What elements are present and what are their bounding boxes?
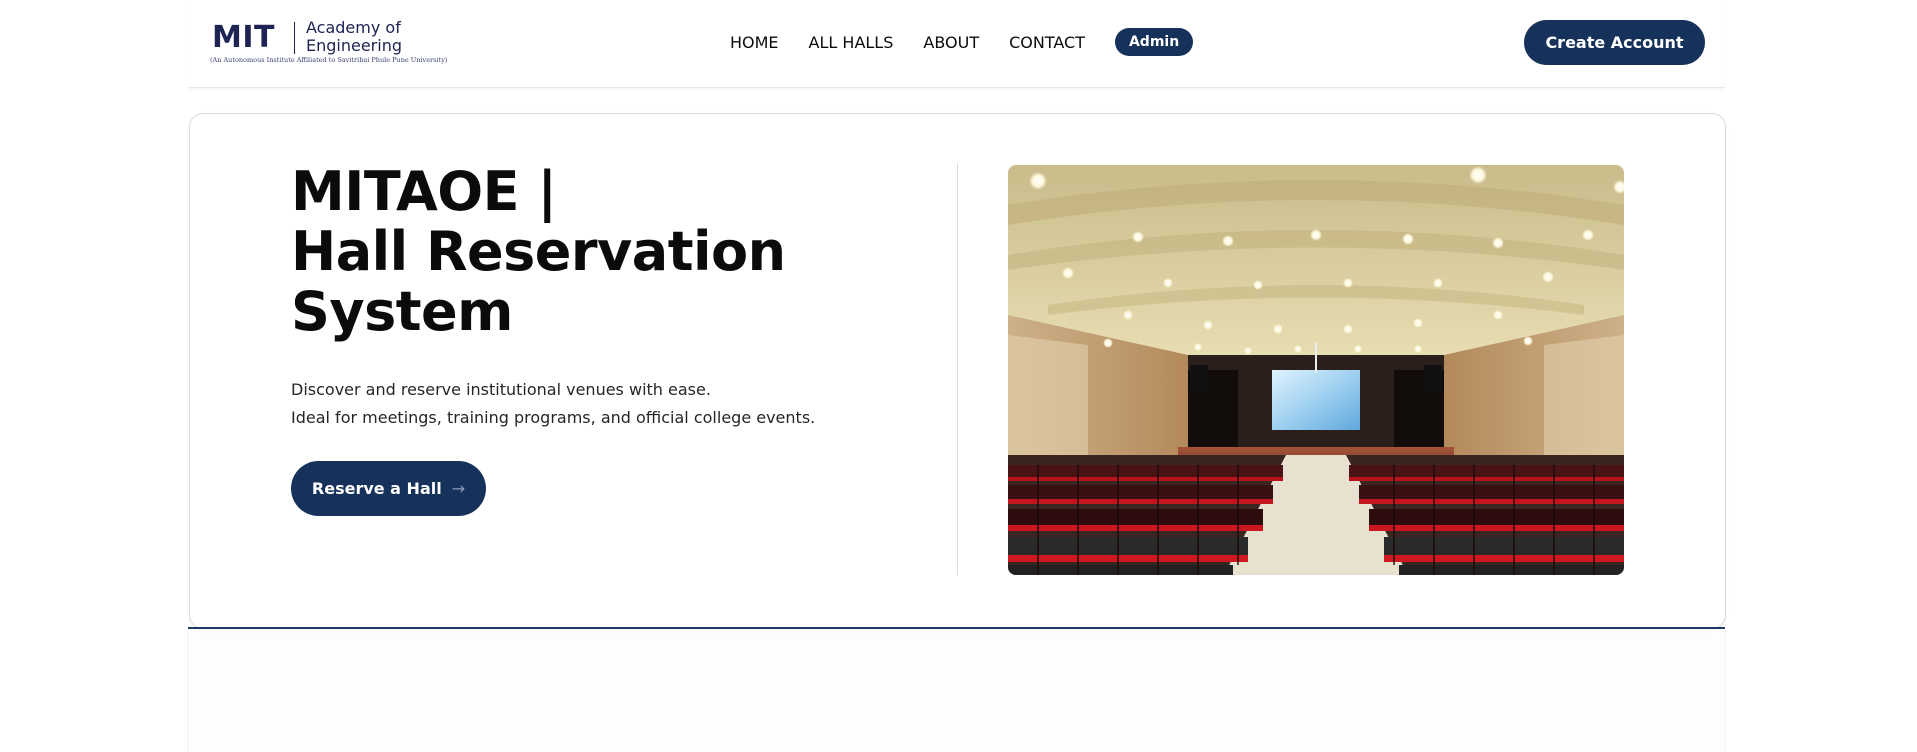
institute-logo[interactable]: MIT Academy of Engineering (An Autonomou… xyxy=(210,18,447,68)
hero-title-line: System xyxy=(291,280,513,343)
logo-name-line1: Academy of xyxy=(306,18,401,37)
main-nav: HOME ALL HALLS ABOUT CONTACT Admin xyxy=(730,27,1194,57)
hero-card: MITAOE | Hall Reservation System Discove… xyxy=(189,113,1726,629)
logo-name-line2: Engineering xyxy=(306,36,402,55)
arrow-right-icon: → xyxy=(451,479,466,498)
hero-description: Discover and reserve institutional venue… xyxy=(291,376,815,432)
hero-divider xyxy=(957,163,958,575)
nav-all-halls[interactable]: ALL HALLS xyxy=(809,33,894,52)
lower-section xyxy=(188,630,1725,752)
logo-divider xyxy=(294,22,295,54)
hero-title: MITAOE | Hall Reservation System xyxy=(291,162,786,342)
reserve-hall-button[interactable]: Reserve a Hall → xyxy=(291,461,486,516)
site-header: MIT Academy of Engineering (An Autonomou… xyxy=(188,0,1725,88)
section-divider-line xyxy=(188,627,1725,629)
hero-description-line: Discover and reserve institutional venue… xyxy=(291,380,711,399)
logo-subtitle: (An Autonomous Institute Affiliated to S… xyxy=(210,56,448,64)
nav-about[interactable]: ABOUT xyxy=(923,33,979,52)
create-account-button[interactable]: Create Account xyxy=(1524,20,1705,65)
reserve-hall-label: Reserve a Hall xyxy=(311,479,442,498)
nav-contact[interactable]: CONTACT xyxy=(1009,33,1085,52)
hero-description-line: Ideal for meetings, training programs, a… xyxy=(291,408,816,427)
admin-button[interactable]: Admin xyxy=(1114,28,1194,56)
auditorium-image xyxy=(1008,165,1624,575)
logo-mark: MIT xyxy=(212,20,275,55)
hero-title-line: Hall Reservation xyxy=(291,220,786,283)
hero-title-line: MITAOE | xyxy=(291,160,557,223)
nav-home[interactable]: HOME xyxy=(730,33,779,52)
